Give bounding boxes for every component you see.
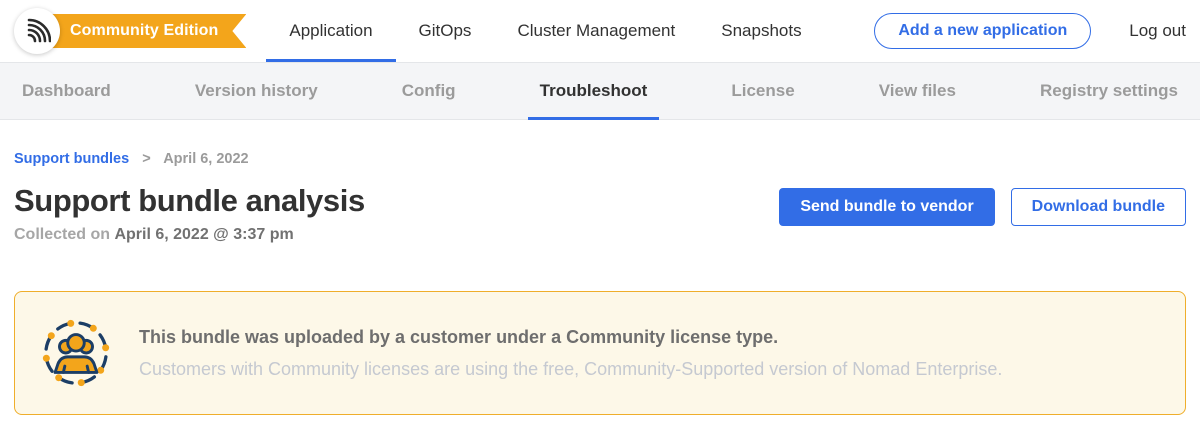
sub-nav-item-registry-settings[interactable]: Registry settings bbox=[1040, 63, 1178, 119]
page-title: Support bundle analysis bbox=[14, 183, 365, 219]
top-bar: Community Edition Application GitOps Clu… bbox=[0, 0, 1200, 62]
collected-date: April 6, 2022 @ 3:37 pm bbox=[114, 226, 293, 243]
top-nav-item-gitops[interactable]: GitOps bbox=[396, 0, 495, 62]
bundle-actions: Send bundle to vendor Download bundle bbox=[779, 188, 1186, 226]
sub-nav-item-dashboard[interactable]: Dashboard bbox=[22, 63, 111, 119]
page-header-text: Support bundle analysis Collected on Apr… bbox=[14, 183, 365, 244]
notice-text: This bundle was uploaded by a customer u… bbox=[139, 327, 1002, 380]
page-header-row: Support bundle analysis Collected on Apr… bbox=[14, 183, 1186, 244]
add-application-button[interactable]: Add a new application bbox=[874, 13, 1091, 49]
breadcrumb-current: April 6, 2022 bbox=[163, 151, 248, 167]
community-license-notice: This bundle was uploaded by a customer u… bbox=[14, 291, 1186, 415]
breadcrumb: Support bundles > April 6, 2022 bbox=[14, 151, 1186, 167]
brand: Community Edition bbox=[14, 8, 246, 54]
download-bundle-button[interactable]: Download bundle bbox=[1011, 188, 1186, 226]
sub-nav-item-troubleshoot[interactable]: Troubleshoot bbox=[540, 63, 648, 119]
logout-link[interactable]: Log out bbox=[1129, 21, 1186, 41]
sub-nav-item-config[interactable]: Config bbox=[402, 63, 456, 119]
top-nav-item-cluster-management[interactable]: Cluster Management bbox=[494, 0, 698, 62]
breadcrumb-support-bundles-link[interactable]: Support bundles bbox=[14, 151, 129, 167]
top-nav-item-snapshots[interactable]: Snapshots bbox=[698, 0, 824, 62]
main-content: Support bundles > April 6, 2022 Support … bbox=[0, 151, 1200, 415]
sub-nav-item-version-history[interactable]: Version history bbox=[195, 63, 318, 119]
send-bundle-to-vendor-button[interactable]: Send bundle to vendor bbox=[779, 188, 994, 226]
top-nav: Application GitOps Cluster Management Sn… bbox=[266, 0, 824, 62]
top-bar-right: Add a new application Log out bbox=[874, 13, 1186, 49]
collected-prefix: Collected on bbox=[14, 226, 114, 243]
sub-nav-item-license[interactable]: License bbox=[731, 63, 794, 119]
notice-body: Customers with Community licenses are us… bbox=[139, 359, 1002, 380]
collected-timestamp: Collected on April 6, 2022 @ 3:37 pm bbox=[14, 226, 365, 244]
sub-nav-item-view-files[interactable]: View files bbox=[879, 63, 956, 119]
top-nav-item-application[interactable]: Application bbox=[266, 0, 395, 62]
breadcrumb-separator: > bbox=[142, 151, 150, 167]
notice-heading: This bundle was uploaded by a customer u… bbox=[139, 327, 1002, 348]
replicated-logo-icon[interactable] bbox=[14, 8, 60, 54]
community-people-icon bbox=[41, 318, 111, 388]
community-edition-badge: Community Edition bbox=[46, 14, 246, 48]
app-sub-nav: Dashboard Version history Config Trouble… bbox=[0, 62, 1200, 120]
